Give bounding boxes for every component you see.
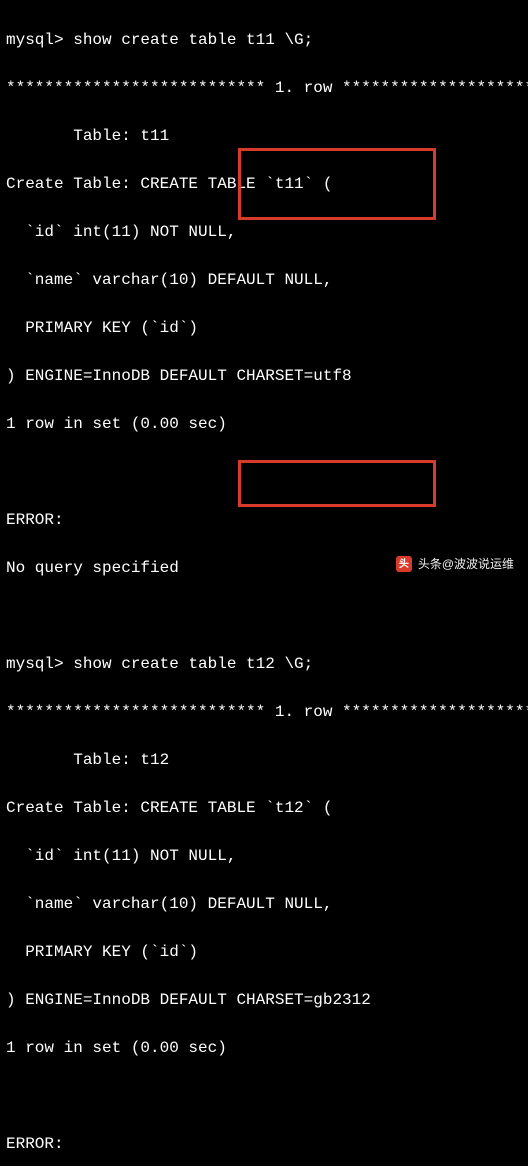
primary-key: PRIMARY KEY (`id`) [6, 940, 522, 964]
engine-line: ) ENGINE=InnoDB DEFAULT CHARSET=gb2312 [6, 988, 522, 1012]
prompt-line[interactable]: mysql> show create table t12 \G; [6, 652, 522, 676]
terminal-output: mysql> show create table t11 \G; *******… [0, 0, 528, 1166]
table-label: Table: [6, 127, 140, 145]
engine-text: ) ENGINE=InnoDB DEFAULT [6, 991, 236, 1009]
column-id: `id` int(11) NOT NULL, [6, 220, 522, 244]
watermark-logo-icon: 头 [396, 556, 412, 572]
row-separator: *************************** 1. row *****… [6, 76, 522, 100]
mysql-prompt: mysql> [6, 655, 73, 673]
create-label: Create Table: [6, 799, 140, 817]
table-name: t12 [140, 751, 169, 769]
charset-text: CHARSET=utf8 [236, 367, 351, 385]
command-text: show create table t11 \G; [73, 31, 313, 49]
column-name: `name` varchar(10) DEFAULT NULL, [6, 268, 522, 292]
prompt-line[interactable]: mysql> show create table t11 \G; [6, 28, 522, 52]
engine-line: ) ENGINE=InnoDB DEFAULT CHARSET=utf8 [6, 364, 522, 388]
error-label: ERROR: [6, 1132, 522, 1156]
charset-text: CHARSET=gb2312 [236, 991, 370, 1009]
engine-text: ) ENGINE=InnoDB DEFAULT [6, 367, 236, 385]
table-row: Table: t12 [6, 748, 522, 772]
create-label: Create Table: [6, 175, 140, 193]
command-text: show create table t12 \G; [73, 655, 313, 673]
create-row: Create Table: CREATE TABLE `t11` ( [6, 172, 522, 196]
column-id: `id` int(11) NOT NULL, [6, 844, 522, 868]
row-separator: *************************** 1. row *****… [6, 700, 522, 724]
create-stmt: CREATE TABLE `t12` ( [140, 799, 332, 817]
error-label: ERROR: [6, 508, 522, 532]
blank-line [6, 1084, 522, 1108]
table-label: Table: [6, 751, 140, 769]
watermark: 头 头条@波波说运维 [388, 551, 522, 577]
table-row: Table: t11 [6, 124, 522, 148]
primary-key: PRIMARY KEY (`id`) [6, 316, 522, 340]
rows-message: 1 row in set (0.00 sec) [6, 412, 522, 436]
blank-line [6, 604, 522, 628]
blank-line [6, 460, 522, 484]
watermark-text: 头条@波波说运维 [418, 555, 514, 573]
table-name: t11 [140, 127, 169, 145]
rows-message: 1 row in set (0.00 sec) [6, 1036, 522, 1060]
mysql-prompt: mysql> [6, 31, 73, 49]
column-name: `name` varchar(10) DEFAULT NULL, [6, 892, 522, 916]
create-row: Create Table: CREATE TABLE `t12` ( [6, 796, 522, 820]
create-stmt: CREATE TABLE `t11` ( [140, 175, 332, 193]
